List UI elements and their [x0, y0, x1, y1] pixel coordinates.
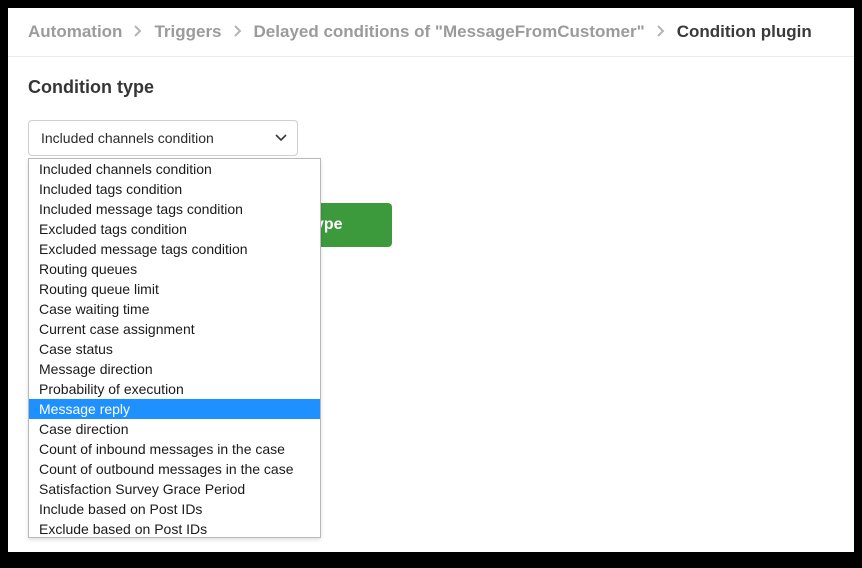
dropdown-option[interactable]: Included channels condition [29, 159, 320, 179]
page-title: Condition type [28, 77, 834, 98]
chevron-right-icon [234, 25, 242, 40]
dropdown-option[interactable]: Count of inbound messages in the case [29, 439, 320, 459]
dropdown-option[interactable]: Excluded tags condition [29, 219, 320, 239]
dropdown-option[interactable]: Case status [29, 339, 320, 359]
dropdown-option[interactable]: Exclude based on Post IDs [29, 519, 320, 538]
breadcrumb-condition-plugin: Condition plugin [677, 22, 812, 42]
breadcrumb-triggers[interactable]: Triggers [154, 22, 221, 42]
dropdown-option[interactable]: Satisfaction Survey Grace Period [29, 479, 320, 499]
dropdown-option[interactable]: Included tags condition [29, 179, 320, 199]
dropdown-option[interactable]: Included message tags condition [29, 199, 320, 219]
chevron-right-icon [134, 25, 142, 40]
breadcrumb: Automation Triggers Delayed conditions o… [8, 8, 854, 57]
dropdown-option[interactable]: Routing queues [29, 259, 320, 279]
chevron-right-icon [657, 25, 665, 40]
dropdown-option[interactable]: Excluded message tags condition [29, 239, 320, 259]
breadcrumb-automation[interactable]: Automation [28, 22, 122, 42]
dropdown-option[interactable]: Count of outbound messages in the case [29, 459, 320, 479]
dropdown-option[interactable]: Probability of execution [29, 379, 320, 399]
dropdown-option[interactable]: Case direction [29, 419, 320, 439]
condition-type-dropdown[interactable]: Included channels conditionIncluded tags… [28, 158, 321, 538]
condition-type-select[interactable]: Included channels condition [28, 120, 298, 156]
dropdown-option[interactable]: Current case assignment [29, 319, 320, 339]
dropdown-option[interactable]: Include based on Post IDs [29, 499, 320, 519]
dropdown-option[interactable]: Routing queue limit [29, 279, 320, 299]
select-value: Included channels condition [41, 130, 214, 146]
chevron-down-icon [275, 134, 287, 142]
dropdown-option[interactable]: Message direction [29, 359, 320, 379]
dropdown-option[interactable]: Message reply [29, 399, 320, 419]
dropdown-option[interactable]: Case waiting time [29, 299, 320, 319]
breadcrumb-delayed-conditions[interactable]: Delayed conditions of "MessageFromCustom… [254, 22, 645, 42]
